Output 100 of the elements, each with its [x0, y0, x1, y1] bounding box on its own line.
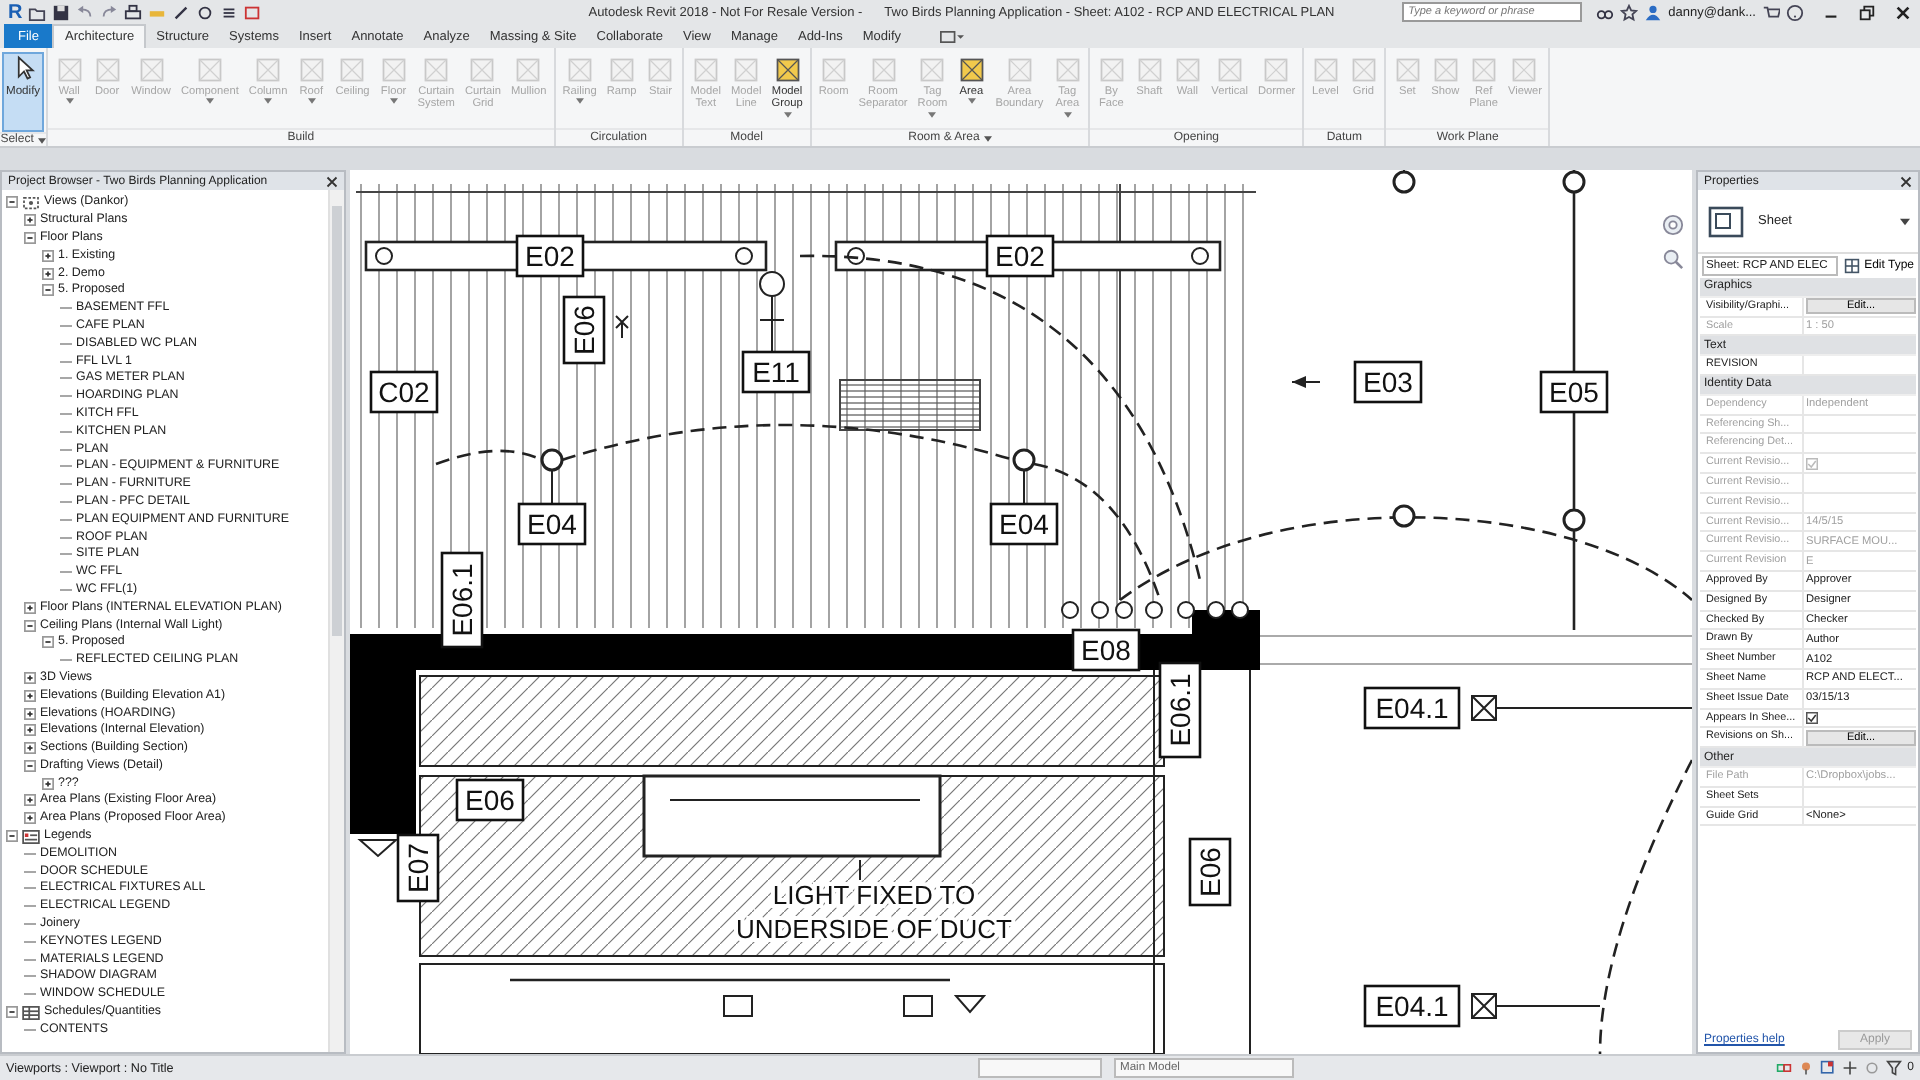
expand-toggle-icon[interactable] [42, 249, 54, 262]
caret-icon[interactable] [783, 111, 792, 118]
expand-toggle-icon[interactable] [24, 707, 36, 719]
pencil-icon[interactable] [172, 3, 191, 21]
scrollbar[interactable] [328, 190, 344, 1052]
tree-line-icon [24, 1023, 36, 1036]
sheet-icon [1706, 201, 1746, 241]
collapse-toggle-icon[interactable] [24, 231, 36, 244]
annotation-tag[interactable]: E04.1 [1363, 686, 1461, 730]
app-logo[interactable]: R [8, 1, 23, 23]
tree-line-icon [24, 935, 36, 948]
filter-icon[interactable] [1885, 1060, 1902, 1076]
folder-icon[interactable] [28, 3, 47, 21]
expand-toggle-icon[interactable] [24, 812, 36, 825]
annotation-tag[interactable]: C02 [369, 370, 439, 414]
help-icon[interactable] [1786, 3, 1804, 21]
pin-icon[interactable] [1797, 1060, 1814, 1076]
collapse-toggle-icon[interactable] [6, 196, 18, 209]
crossed-square-icon [1005, 56, 1034, 84]
zoom-icon[interactable] [1662, 248, 1684, 270]
crossed-square-icon [55, 56, 84, 84]
close-icon[interactable] [1900, 175, 1912, 187]
crossed-square-icon [514, 56, 543, 84]
tree-line-icon [60, 566, 72, 579]
annotation-tag[interactable]: E07 [396, 833, 440, 903]
annotation-tag[interactable]: E05 [1539, 370, 1609, 414]
caret-icon[interactable] [967, 98, 976, 105]
caret-icon[interactable] [983, 135, 992, 141]
caret-icon[interactable] [37, 137, 46, 143]
annotation-tag[interactable]: E04 [989, 502, 1059, 546]
collapse-toggle-icon[interactable] [6, 1006, 18, 1019]
expand-toggle-icon[interactable] [42, 777, 54, 790]
annotation-tag[interactable]: E04 [517, 502, 587, 546]
expand-toggle-icon[interactable] [24, 794, 36, 807]
expand-toggle-icon[interactable] [24, 214, 36, 227]
drawing-canvas[interactable]: E02 E02 E06 E11 C02 E03 E05 E04 E04 E06.1 E08 E06.1 E04.1 E06 E07 E06 E04.1 LIGHT FIXED TO UNDERSIDE OF DUCT [350, 170, 1692, 1054]
annotation-tag[interactable]: E11 [741, 350, 811, 394]
collapse-toggle-icon[interactable] [42, 636, 54, 649]
crossed-square-icon [869, 56, 898, 84]
collapse-toggle-icon[interactable] [6, 830, 18, 843]
crossed-square-icon [195, 56, 224, 84]
crossed-square-icon [1469, 56, 1498, 84]
panel-toggle-icon[interactable] [939, 29, 964, 43]
tree-line-icon [24, 847, 36, 860]
expand-toggle-icon[interactable] [24, 689, 36, 702]
link-icon[interactable] [1775, 1060, 1792, 1076]
annotation-tag[interactable]: E08 [1071, 628, 1141, 672]
expand-toggle-icon[interactable] [42, 267, 54, 280]
tree-line-icon [60, 478, 72, 491]
cart-icon[interactable] [1762, 3, 1780, 21]
crossed-square-icon [379, 56, 408, 84]
close-icon[interactable] [1894, 3, 1912, 21]
collapse-toggle-icon[interactable] [24, 619, 36, 632]
checked-checkbox[interactable] [1806, 711, 1818, 724]
caret-icon[interactable] [1900, 217, 1910, 225]
tree-line-icon [60, 407, 72, 420]
annotation-tag[interactable]: E06.1 [1158, 661, 1202, 759]
list-icon[interactable] [220, 3, 239, 21]
tree-line-icon [60, 390, 72, 403]
annotation-tag[interactable]: E03 [1353, 360, 1423, 404]
annotation-tag[interactable]: E06 [1188, 837, 1232, 907]
restore-icon[interactable] [1858, 3, 1876, 21]
annotation-tag[interactable]: E02 [515, 234, 585, 278]
crossed-square-icon [607, 56, 636, 84]
crossed-square-icon [297, 56, 326, 84]
print-icon[interactable] [124, 3, 143, 21]
tree-line-icon [24, 882, 36, 895]
star-icon[interactable] [1620, 3, 1639, 21]
annotation-tag[interactable]: E06 [562, 295, 606, 365]
collapse-toggle-icon[interactable] [42, 284, 54, 297]
crossed-square-icon [254, 56, 283, 84]
tree-line-icon [60, 531, 72, 544]
grid-icon [1844, 258, 1861, 274]
save-icon[interactable] [52, 3, 71, 21]
tree-line-icon [60, 319, 72, 332]
crossed-square-icon [1349, 56, 1378, 84]
tree-line-icon [60, 495, 72, 508]
tree-line-icon [60, 513, 72, 526]
expand-toggle-icon[interactable] [24, 742, 36, 755]
collapse-toggle-icon[interactable] [24, 759, 36, 772]
crossed-square-icon [1097, 56, 1126, 84]
select-icon[interactable] [1819, 1060, 1836, 1076]
crossed-square-icon [565, 56, 594, 84]
annotation-tag[interactable]: E06 [455, 778, 525, 822]
schedule-icon [22, 1005, 40, 1020]
expand-toggle-icon[interactable] [24, 601, 36, 614]
annotation-tag[interactable]: E02 [985, 234, 1055, 278]
tree-line-icon [24, 953, 36, 966]
tree-line-icon [60, 337, 72, 350]
crossed-square-icon [1135, 56, 1164, 84]
move-icon[interactable] [1841, 1060, 1858, 1076]
views-icon [22, 195, 40, 210]
annotation-tag[interactable]: E06.1 [440, 551, 484, 649]
navigation-wheel-icon[interactable] [1662, 214, 1684, 236]
tree-line-icon [24, 918, 36, 931]
expand-toggle-icon[interactable] [24, 724, 36, 737]
expand-toggle-icon[interactable] [24, 671, 36, 684]
annotation-tag[interactable]: E04.1 [1363, 984, 1461, 1028]
close-icon[interactable] [326, 175, 338, 187]
user-icon[interactable] [1644, 3, 1663, 21]
